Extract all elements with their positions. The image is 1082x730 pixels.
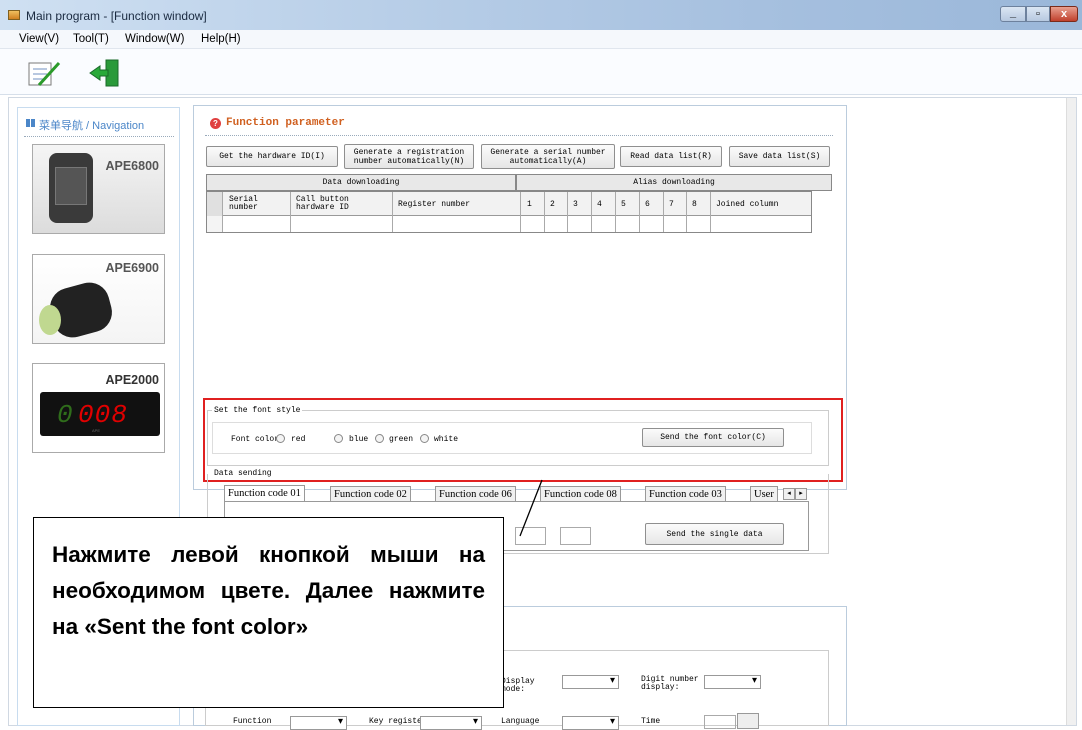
header-5: 5 xyxy=(621,200,626,209)
data-sending-legend: Data sending xyxy=(212,469,274,478)
generate-serial-button[interactable]: Generate a serial number automatically(A… xyxy=(481,144,615,169)
function-label: Function xyxy=(233,717,272,726)
save-data-list-button[interactable]: Save data list(S) xyxy=(729,146,830,167)
device-card-ape2000[interactable]: APE2000 0 008 APE xyxy=(32,363,165,453)
nav-grid-icon xyxy=(26,119,35,127)
header-call-button-id: Call button hardware ID xyxy=(296,195,349,212)
device-label: APE6900 xyxy=(105,261,159,275)
header-3: 3 xyxy=(573,200,578,209)
device-label: APE6800 xyxy=(105,159,159,173)
tab-function-code-08[interactable]: Function code 08 xyxy=(540,486,621,502)
send-single-data-button[interactable]: Send the single data xyxy=(645,523,784,545)
header-7: 7 xyxy=(669,200,674,209)
device-card-ape6800[interactable]: APE6800 xyxy=(32,144,165,234)
row-selector[interactable] xyxy=(207,192,223,216)
minimize-button[interactable]: _ xyxy=(1000,6,1026,22)
maximize-button[interactable]: ▫ xyxy=(1026,6,1050,22)
display-mode-select[interactable] xyxy=(562,675,619,689)
led-display-image: 0 008 APE xyxy=(40,392,160,436)
menu-bar: View(V) Tool(T) Window(W) Help(H) xyxy=(0,30,1082,49)
time-label: Time xyxy=(641,717,661,726)
language-label: Language xyxy=(501,717,540,726)
highlight-box xyxy=(203,398,843,482)
callout-text: Нажмите левой кнопкой мыши на необходимо… xyxy=(52,542,485,639)
table-row[interactable] xyxy=(222,216,811,232)
header-2: 2 xyxy=(550,200,555,209)
panel-title: Function parameter xyxy=(226,117,345,129)
tab-scroll-right[interactable]: ▸ xyxy=(795,488,807,500)
language-select[interactable] xyxy=(562,716,619,730)
help-icon: ? xyxy=(210,118,221,129)
device-label: APE2000 xyxy=(105,373,159,387)
header-6: 6 xyxy=(645,200,650,209)
function-select[interactable] xyxy=(290,716,347,730)
vertical-scrollbar[interactable] xyxy=(1066,98,1076,725)
title-bar: Main program - [Function window] _ ▫ x xyxy=(0,0,1082,30)
generate-registration-button[interactable]: Generate a registration number automatic… xyxy=(344,144,474,169)
toolbar xyxy=(0,49,1082,95)
digit-number-select[interactable] xyxy=(704,675,761,689)
header-1: 1 xyxy=(527,200,532,209)
tab-function-code-01[interactable]: Function code 01 xyxy=(224,485,305,502)
key-register-select[interactable] xyxy=(420,716,482,730)
tab-function-code-03[interactable]: Function code 03 xyxy=(645,486,726,502)
value-input-2[interactable] xyxy=(560,527,591,545)
exit-icon[interactable] xyxy=(86,57,124,91)
header-joined-column: Joined column xyxy=(716,200,779,209)
header-register-number: Register number xyxy=(398,200,471,209)
key-register-label: Key register xyxy=(369,717,427,726)
instruction-callout: Нажмите левой кнопкой мыши на необходимо… xyxy=(33,517,504,708)
group-header-alias-downloading: Alias downloading xyxy=(516,174,832,191)
group-header-data-downloading: Data downloading xyxy=(206,174,516,191)
tab-user[interactable]: User xyxy=(750,486,778,502)
header-8: 8 xyxy=(692,200,697,209)
menu-view[interactable]: View(V) xyxy=(19,33,59,45)
nav-title: 菜单导航 / Navigation xyxy=(39,120,145,132)
header-4: 4 xyxy=(597,200,602,209)
device-card-ape6900[interactable]: APE6900 xyxy=(32,254,165,344)
menu-window[interactable]: Window(W) xyxy=(125,33,184,45)
led-number: 008 xyxy=(78,400,128,430)
menu-tool[interactable]: Tool(T) xyxy=(73,33,109,45)
read-data-list-button[interactable]: Read data list(R) xyxy=(620,146,722,167)
display-mode-label: Display mode: xyxy=(501,677,535,694)
time-input[interactable] xyxy=(704,715,736,729)
edit-icon[interactable] xyxy=(25,57,63,91)
window-title: Main program - [Function window] xyxy=(26,9,207,23)
time-picker-button[interactable] xyxy=(737,713,759,729)
digit-number-display-label: Digit number display: xyxy=(641,675,699,692)
menu-help[interactable]: Help(H) xyxy=(201,33,241,45)
header-serial-number: Serial number xyxy=(229,195,258,212)
get-hardware-id-button[interactable]: Get the hardware ID(I) xyxy=(206,146,338,167)
callout-pointer-line xyxy=(519,479,543,537)
tab-scroll-left[interactable]: ◂ xyxy=(783,488,795,500)
close-button[interactable]: x xyxy=(1050,6,1078,22)
tab-function-code-02[interactable]: Function code 02 xyxy=(330,486,411,502)
app-icon xyxy=(8,10,20,20)
